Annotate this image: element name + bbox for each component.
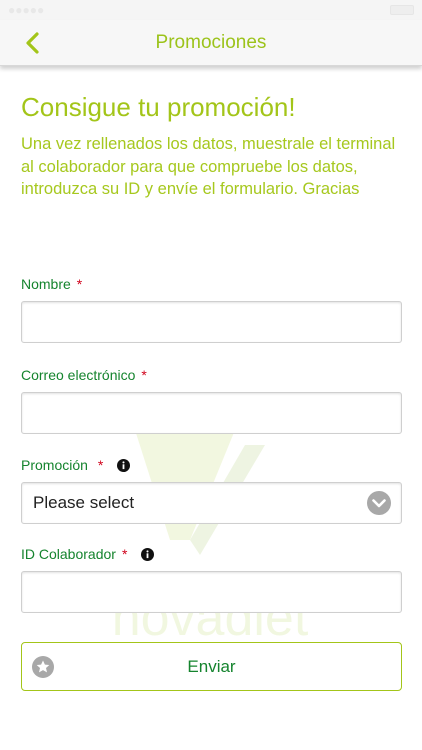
back-button[interactable]	[14, 28, 50, 58]
email-field-group: Correo electrónico *	[21, 365, 402, 434]
name-input[interactable]	[21, 301, 402, 343]
name-field-group: Nombre *	[21, 274, 402, 343]
star-icon	[32, 656, 54, 678]
signal-icon: ●●●●●	[8, 3, 45, 17]
partner-id-input[interactable]	[21, 571, 402, 613]
email-input[interactable]	[21, 392, 402, 434]
submit-button[interactable]: Enviar	[21, 642, 402, 691]
required-marker: *	[76, 276, 83, 292]
email-label: Correo electrónico	[21, 367, 136, 383]
page-title: Promociones	[155, 31, 267, 53]
promotion-form: Consigue tu promoción! Una vez rellenado…	[21, 92, 402, 691]
submit-label: Enviar	[187, 656, 236, 676]
promotion-select-value: Please select	[33, 493, 135, 512]
promotion-select[interactable]: Please select	[21, 482, 402, 524]
promotion-field-group: Promoción * Please select	[21, 455, 402, 524]
name-label: Nombre	[21, 276, 71, 292]
required-marker: *	[121, 546, 128, 562]
partner-id-label: ID Colaborador	[21, 546, 116, 562]
required-marker: *	[97, 457, 104, 473]
info-icon[interactable]	[141, 547, 155, 561]
info-icon[interactable]	[117, 458, 131, 472]
navigation-bar: Promociones	[0, 20, 422, 66]
chevron-left-icon	[26, 32, 39, 54]
promotion-label: Promoción	[21, 457, 88, 473]
partner-id-field-group: ID Colaborador *	[21, 544, 402, 613]
chevron-down-icon	[367, 491, 391, 515]
status-bar: ●●●●●	[0, 0, 422, 20]
required-marker: *	[141, 367, 147, 383]
form-intro: Una vez rellenados los datos, muestrale …	[21, 135, 396, 198]
form-heading: Consigue tu promoción!	[21, 92, 296, 122]
battery-icon	[390, 5, 414, 15]
